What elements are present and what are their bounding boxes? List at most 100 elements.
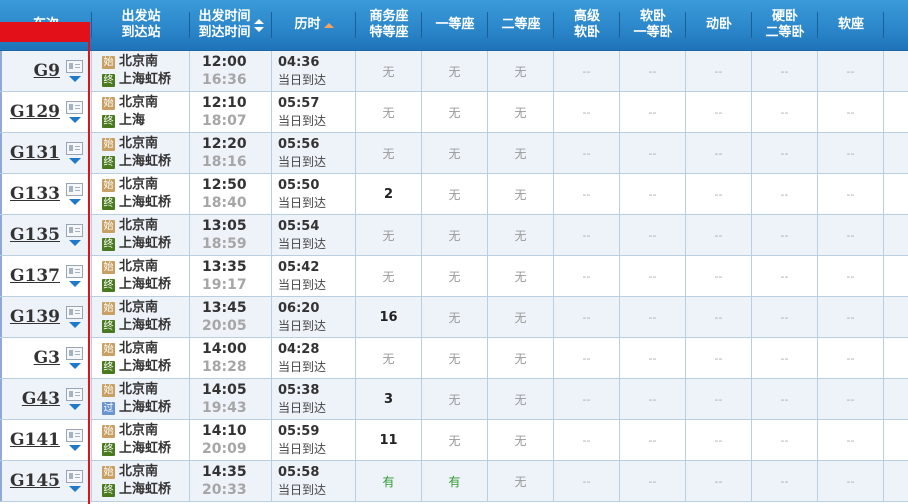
origin-badge-icon: 始 <box>102 55 115 69</box>
expand-stops-icon[interactable] <box>68 404 81 410</box>
arrival-station: 上海虹桥 <box>119 72 172 87</box>
seat-cell-5: -- <box>686 420 752 460</box>
train-cell: G145 <box>0 461 92 501</box>
seat-cell-8 <box>884 51 908 91</box>
seat-cell-0: 无 <box>356 256 422 296</box>
seat-cell-0: 无 <box>356 338 422 378</box>
seat-availability: 无 <box>382 351 395 366</box>
seat-availability: -- <box>648 351 657 365</box>
times-cell: 14:10 20:09 <box>190 420 272 460</box>
train-info-card-icon[interactable] <box>66 265 83 278</box>
expand-stops-icon[interactable] <box>68 486 81 492</box>
table-row: G135 始北京南 终上海虹桥 13:05 18:59 05:54 当日到达 无… <box>0 215 908 256</box>
seat-availability: -- <box>780 269 789 283</box>
seat-availability: 无 <box>514 269 527 284</box>
expand-stops-icon[interactable] <box>68 199 81 205</box>
sort-duration-icon[interactable] <box>323 22 334 28</box>
table-row: G141 始北京南 终上海虹桥 14:10 20:09 05:59 当日到达 1… <box>0 420 908 461</box>
expand-stops-icon[interactable] <box>68 158 81 164</box>
seat-cell-1: 无 <box>422 92 488 132</box>
sort-arrival-desc-icon[interactable] <box>253 26 264 32</box>
train-number-link[interactable]: G141 <box>10 430 60 450</box>
expand-stops-icon[interactable] <box>68 117 81 123</box>
departure-time: 14:35 <box>202 463 247 480</box>
seat-cell-7: -- <box>818 461 884 501</box>
table-row: G129 始北京南 终上海 12:10 18:07 05:57 当日到达 无 无 无… <box>0 92 908 133</box>
duration: 04:36 <box>278 54 320 70</box>
seat-availability: 有 <box>382 474 395 489</box>
expand-stops-icon[interactable] <box>68 363 81 369</box>
expand-stops-icon[interactable] <box>68 76 81 82</box>
seat-availability: -- <box>648 474 657 488</box>
seat-cell-1: 无 <box>422 338 488 378</box>
train-info-card-icon[interactable] <box>66 142 83 155</box>
seat-cell-0: 2 <box>356 174 422 214</box>
train-number-link[interactable]: G9 <box>34 61 60 81</box>
departure-time: 13:45 <box>202 299 247 316</box>
stations-cell: 始北京南 终上海虹桥 <box>92 461 190 501</box>
arrival-time: 20:05 <box>202 317 247 334</box>
train-number-link[interactable]: G137 <box>10 266 60 286</box>
train-info-card-icon[interactable] <box>66 101 83 114</box>
duration: 05:38 <box>278 382 320 398</box>
seat-cell-2: 无 <box>488 379 554 419</box>
seat-cell-5: -- <box>686 133 752 173</box>
departure-station: 北京南 <box>119 259 159 274</box>
expand-stops-icon[interactable] <box>68 322 81 328</box>
sort-departure-asc-icon[interactable] <box>253 18 264 24</box>
train-info-card-icon[interactable] <box>66 224 83 237</box>
train-cell: G43 <box>0 379 92 419</box>
train-info-card-icon[interactable] <box>66 388 83 401</box>
train-number-link[interactable]: G145 <box>10 471 60 491</box>
header-seat-5: 动卧 <box>686 0 752 50</box>
seat-availability: 3 <box>383 391 394 407</box>
seat-cell-1: 无 <box>422 379 488 419</box>
train-number-link[interactable]: G139 <box>10 307 60 327</box>
seat-availability: -- <box>648 228 657 242</box>
seat-availability: -- <box>582 351 591 365</box>
seat-cell-6: -- <box>752 133 818 173</box>
seat-availability: 无 <box>514 310 527 325</box>
seat-cell-3: -- <box>554 215 620 255</box>
duration: 05:58 <box>278 464 320 480</box>
seat-availability: -- <box>846 146 855 160</box>
seat-cell-1: 无 <box>422 420 488 460</box>
train-number-link[interactable]: G133 <box>10 184 60 204</box>
seat-cell-3: -- <box>554 420 620 460</box>
header-seat-3: 高级 软卧 <box>554 0 620 50</box>
seat-cell-1: 无 <box>422 174 488 214</box>
seat-cell-6: -- <box>752 174 818 214</box>
train-info-card-icon[interactable] <box>66 183 83 196</box>
seat-cell-2: 无 <box>488 420 554 460</box>
seat-availability: 无 <box>382 269 395 284</box>
train-number-link[interactable]: G3 <box>34 348 60 368</box>
header-times[interactable]: 出发时间 到达时间 <box>190 0 272 50</box>
seat-availability: -- <box>846 228 855 242</box>
origin-badge-icon: 始 <box>102 424 115 438</box>
train-info-card-icon[interactable] <box>66 470 83 483</box>
departure-station: 北京南 <box>119 382 159 397</box>
train-number-link[interactable]: G43 <box>22 389 60 409</box>
seat-cell-8 <box>884 174 908 214</box>
train-info-card-icon[interactable] <box>66 60 83 73</box>
expand-stops-icon[interactable] <box>68 240 81 246</box>
stations-cell: 始北京南 终上海虹桥 <box>92 338 190 378</box>
expand-stops-icon[interactable] <box>68 445 81 451</box>
train-number-link[interactable]: G129 <box>10 102 60 122</box>
seat-cell-2: 无 <box>488 92 554 132</box>
train-info-card-icon[interactable] <box>66 429 83 442</box>
seat-availability: -- <box>582 310 591 324</box>
seat-cell-4: -- <box>620 215 686 255</box>
expand-stops-icon[interactable] <box>68 281 81 287</box>
seat-cell-8 <box>884 215 908 255</box>
train-number-link[interactable]: G135 <box>10 225 60 245</box>
seat-cell-4: -- <box>620 51 686 91</box>
seat-availability: 无 <box>448 146 461 161</box>
seat-availability: 无 <box>514 351 527 366</box>
duration-cell: 05:50 当日到达 <box>272 174 356 214</box>
header-duration[interactable]: 历时 <box>272 0 356 50</box>
train-info-card-icon[interactable] <box>66 306 83 319</box>
seat-availability: 16 <box>379 309 398 325</box>
train-info-card-icon[interactable] <box>66 347 83 360</box>
train-number-link[interactable]: G131 <box>10 143 60 163</box>
